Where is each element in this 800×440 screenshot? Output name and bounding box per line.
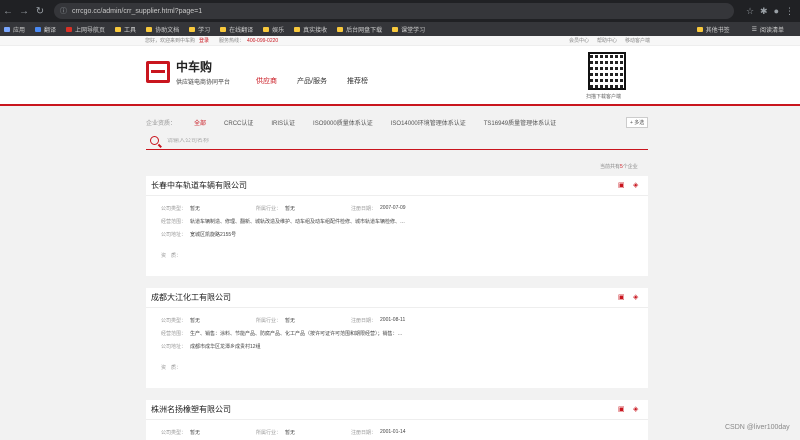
company-card[interactable]: 长春中车轨道车辆有限公司 ▣ ◈ 公司类型： 暂无 所属行业： 暂无 注册日期： 20… xyxy=(146,176,648,276)
search-box xyxy=(146,132,648,150)
shield-check-icon: ◈ xyxy=(633,294,639,301)
logo-subtitle: 供应链电商协同平台 xyxy=(176,80,231,86)
member-center-link[interactable]: 会员中心 xyxy=(569,37,589,44)
folder-icon xyxy=(294,26,301,32)
bookmark-folder[interactable]: 学习 xyxy=(189,25,210,34)
company-type: 暂无 xyxy=(190,318,201,324)
address-bar[interactable]: ⓘ crrcgo.cc/admin/crr_supplier.html?page… xyxy=(54,3,734,19)
filter-ts16949[interactable]: TS16949质量管理体系认证 xyxy=(484,118,556,127)
company-name[interactable]: 长春中车轨道车辆有限公司 xyxy=(146,176,648,196)
reading-list[interactable]: ☰ 阅读清单 xyxy=(752,25,784,34)
other-bookmarks[interactable]: 其他书签 xyxy=(696,25,730,34)
url-text: crrcgo.cc/admin/crr_supplier.html?page=1 xyxy=(72,7,203,15)
company-address: 成都市成华区龙潭乡成贵村12组 xyxy=(190,344,261,350)
shield-check-icon: ◈ xyxy=(633,406,639,413)
back-icon[interactable]: ← xyxy=(0,3,16,19)
certificate-icon: ▣ xyxy=(618,406,625,413)
filter-all[interactable]: 全部 xyxy=(194,118,206,127)
company-search-input[interactable] xyxy=(167,137,467,144)
bookmark-folder[interactable]: 后台网盘下载 xyxy=(337,25,382,34)
hotline-number: 400-099-0220 xyxy=(247,37,279,44)
filter-crcc[interactable]: CRCC认证 xyxy=(224,118,253,127)
qualification-label: 资 质： xyxy=(161,365,182,371)
bookmark-folder[interactable]: 协助文档 xyxy=(146,25,179,34)
bookmark[interactable]: 翻译 xyxy=(35,25,56,34)
login-link[interactable]: 登录 xyxy=(199,37,209,44)
bookmark-folder[interactable]: 在线翻译 xyxy=(220,25,253,34)
register-date: 2001-01-14 xyxy=(380,429,406,435)
logo[interactable]: 中车购 供应链电商协同平台 xyxy=(146,58,230,86)
company-card[interactable]: 成都大江化工有限公司 ▣ ◈ 公司类型： 暂无 所属行业： 暂无 注册日期： 2001… xyxy=(146,288,648,388)
folder-icon xyxy=(115,26,122,32)
bookmark-folder[interactable]: 真实接收 xyxy=(294,25,327,34)
search-icon[interactable] xyxy=(150,136,159,145)
company-type: 暂无 xyxy=(190,430,201,436)
forward-icon[interactable]: → xyxy=(16,3,32,19)
nav-recommend[interactable]: 推荐榜 xyxy=(347,76,368,86)
hotline-label: 服务热线： xyxy=(219,38,245,44)
bookmark-folder[interactable]: 工具 xyxy=(115,25,136,34)
filter-iso14000[interactable]: ISO14000环境管理体系认证 xyxy=(391,118,466,127)
register-date: 2001-08-11 xyxy=(380,317,406,323)
info-icon[interactable]: ⓘ xyxy=(60,6,67,16)
multi-select-button[interactable]: + 多选 xyxy=(626,117,649,128)
folder-icon xyxy=(189,26,196,32)
help-center-link[interactable]: 帮助中心 xyxy=(597,37,617,44)
folder-icon xyxy=(392,26,399,32)
certificate-icon: ▣ xyxy=(618,182,625,189)
main-nav: 供应商 产品/服务 推荐榜 xyxy=(256,76,368,86)
filter-iris[interactable]: IRIS认证 xyxy=(271,118,295,127)
shield-check-icon: ◈ xyxy=(633,182,639,189)
register-date: 2007-07-09 xyxy=(380,205,406,211)
apps-icon xyxy=(4,26,10,32)
folder-icon xyxy=(263,26,270,32)
translate-icon xyxy=(35,26,42,32)
browser-toolbar: ← → ↻ ⓘ crrcgo.cc/admin/crr_supplier.htm… xyxy=(0,0,800,22)
filter-iso9000[interactable]: ISO9000质量体系认证 xyxy=(313,118,373,127)
watermark: CSDN @liver100day xyxy=(725,424,790,431)
folder-icon xyxy=(696,26,703,32)
company-industry: 暂无 xyxy=(285,206,296,212)
business-scope: 轨道车辆制造、修理、翻新、城轨改造及维护、动车组及动车组配件检修、城市轨道车辆检… xyxy=(190,219,406,225)
reading-list-icon: ☰ xyxy=(751,26,757,33)
qr-code xyxy=(588,52,626,90)
welcome-text: 您好，欢迎来到中车购 xyxy=(145,38,196,44)
qr-label: 扫描下载客户端 xyxy=(586,94,622,100)
company-card[interactable]: 株洲名扬橡塑有限公司 ▣ ◈ 公司类型： 暂无 所属行业： 暂无 注册日期： 2001… xyxy=(146,400,648,440)
company-name[interactable]: 株洲名扬橡塑有限公司 xyxy=(146,400,648,420)
folder-icon xyxy=(146,26,153,32)
profile-icon[interactable]: ● xyxy=(774,6,779,17)
bookmark-folder[interactable]: 课堂学习 xyxy=(392,25,425,34)
logo-icon xyxy=(146,61,170,83)
company-industry: 暂无 xyxy=(285,430,296,436)
bookmark[interactable]: 上网导航页 xyxy=(66,25,105,34)
bookmark-apps[interactable]: 应用 xyxy=(4,25,25,34)
company-address: 宽城区凯旋路2155号 xyxy=(190,232,237,238)
qualification-label: 资 质： xyxy=(161,253,182,259)
site-header: 中车购 供应链电商协同平台 供应商 产品/服务 推荐榜 扫描下载客户端 xyxy=(0,46,800,106)
business-scope: 生产、销售：涂料、节能产品、防腐产品、化工产品（按许可证许可范围和期限经营）；销… xyxy=(190,331,403,337)
nav-suppliers[interactable]: 供应商 xyxy=(256,76,277,86)
result-count: 当前共有5个企业 xyxy=(600,164,638,170)
folder-icon xyxy=(337,26,344,32)
extensions-icon[interactable]: ✱ xyxy=(760,6,768,17)
nav-products-services[interactable]: 产品/服务 xyxy=(297,76,327,86)
certificate-icon: ▣ xyxy=(618,294,625,301)
menu-icon[interactable]: ⋮ xyxy=(785,6,794,17)
company-name[interactable]: 成都大江化工有限公司 xyxy=(146,288,648,308)
page: 您好，欢迎来到中车购 登录 服务热线： 400-099-0220 会员中心 帮助… xyxy=(0,36,800,440)
bookmarks-bar: 应用 翻译 上网导航页 工具 协助文档 学习 在线翻译 娱乐 真实接收 后台网盘… xyxy=(0,22,800,36)
company-type: 暂无 xyxy=(190,206,201,212)
top-info-bar: 您好，欢迎来到中车购 登录 服务热线： 400-099-0220 会员中心 帮助… xyxy=(0,36,800,46)
star-icon[interactable]: ☆ xyxy=(746,6,754,17)
reload-icon[interactable]: ↻ xyxy=(32,3,48,19)
folder-icon xyxy=(220,26,227,32)
filter-label: 企业资质： xyxy=(146,120,177,127)
company-industry: 暂无 xyxy=(285,318,296,324)
mobile-client-link[interactable]: 移动客户端 xyxy=(625,37,650,44)
page-icon xyxy=(66,26,73,32)
logo-title: 中车购 xyxy=(176,60,213,74)
bookmark-folder[interactable]: 娱乐 xyxy=(263,25,284,34)
